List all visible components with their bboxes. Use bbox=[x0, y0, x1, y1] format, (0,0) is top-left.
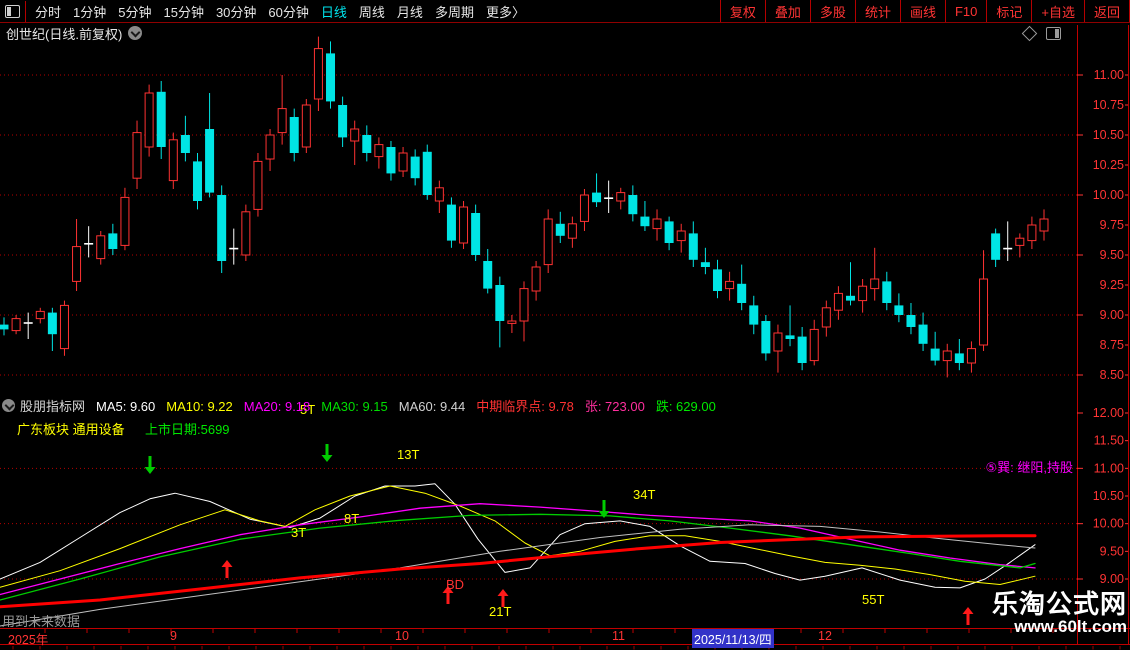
action-返回[interactable]: 返回 bbox=[1083, 0, 1130, 22]
chart-annotation-3T: 3T bbox=[291, 525, 306, 540]
y-axis-label: 9.50 bbox=[1100, 544, 1124, 558]
trading-terminal: 分时 1分钟 5分钟 15分钟 30分钟 60分钟 日线 周线 月线 多周期 更多〉 复权 叠加 多股统… bbox=[0, 0, 1130, 650]
signal-text: ⑤巽: 继阳,持股 bbox=[985, 460, 1074, 475]
indicator-value: 中期临界点: 9.78 bbox=[476, 399, 574, 414]
timeframe-60分钟[interactable]: 60分钟 bbox=[268, 5, 308, 20]
date-label: 9 bbox=[170, 629, 177, 643]
indicator-values: MA5: 9.60 MA10: 9.22 MA20: 9.18 MA30: 9.15 M… bbox=[96, 396, 727, 415]
chevron-down-icon[interactable] bbox=[128, 26, 143, 40]
symbol-title: 创世纪(日线.前复权) bbox=[6, 26, 123, 42]
watermark-url: www.60lt.com bbox=[1014, 617, 1127, 637]
timeframe-toolbar: 分时 1分钟 5分钟 15分钟 30分钟 60分钟 日线 周线 月线 多周期 更多〉 bbox=[0, 0, 537, 22]
indicator-source: 股朋指标网 bbox=[20, 399, 86, 414]
y-axis-label: 11.00 bbox=[1094, 68, 1124, 82]
y-axis-label: 10.75 bbox=[1093, 98, 1124, 112]
window-icon[interactable] bbox=[5, 4, 20, 18]
timeframe-1分钟[interactable]: 1分钟 bbox=[73, 5, 106, 20]
y-axis-label: 10.50 bbox=[1093, 489, 1124, 503]
indicator-value: 跌: 629.00 bbox=[655, 399, 716, 414]
timeframe-5分钟[interactable]: 5分钟 bbox=[118, 5, 151, 20]
indicator-value: 张: 723.00 bbox=[584, 399, 645, 414]
y-axis-label: 12.00 bbox=[1093, 406, 1124, 420]
y-axis-label: 10.25 bbox=[1093, 158, 1124, 172]
action-+自选[interactable]: +自选 bbox=[1031, 0, 1084, 22]
timeframe-多周期[interactable]: 多周期 bbox=[435, 5, 474, 20]
listing-date-label: 上市日期:5699 bbox=[145, 422, 230, 437]
y-axis-label: 9.75 bbox=[1100, 218, 1124, 232]
indicator-value: MA5: 9.60 bbox=[96, 399, 156, 414]
indicator-value: MA10: 9.22 bbox=[166, 399, 233, 414]
indicator-value: MA30: 9.15 bbox=[321, 399, 388, 414]
timeframe-月线[interactable]: 月线 bbox=[397, 5, 423, 20]
indicator-line-MA60 bbox=[0, 524, 1036, 627]
current-date-label: 2025/11/13/四 bbox=[692, 629, 774, 648]
timeframe-items: 分时 1分钟 5分钟 15分钟 30分钟 60分钟 日线 周线 月线 多周期 更多〉 bbox=[35, 2, 537, 21]
chart-annotation-55T: 55T bbox=[862, 592, 884, 607]
watermark: 乐淘公式网 www.60lt.com bbox=[991, 589, 1127, 637]
y-axis-label: 9.50 bbox=[1100, 248, 1124, 262]
panel-layout-icon[interactable] bbox=[1046, 27, 1061, 40]
chart-annotation-8T: 8T bbox=[344, 511, 359, 526]
y-axis-label: 9.00 bbox=[1100, 308, 1124, 322]
diamond-icon[interactable] bbox=[1021, 25, 1038, 42]
buy-arrow-icon bbox=[221, 560, 233, 578]
action-统计[interactable]: 统计 bbox=[854, 0, 900, 22]
future-data-note: 用到未来数据 bbox=[2, 614, 81, 629]
chart-annotation-34T: 34T bbox=[633, 487, 655, 502]
action-叠加[interactable]: 叠加 bbox=[764, 0, 810, 22]
timeframe-更多〉[interactable]: 更多〉 bbox=[486, 5, 525, 20]
toolbar-divider bbox=[25, 0, 26, 22]
y-axis-label: 8.50 bbox=[1100, 368, 1124, 382]
watermark-site-name: 乐淘公式网 bbox=[991, 589, 1127, 619]
y-axis-label: 10.50 bbox=[1093, 128, 1124, 142]
timeframe-15分钟[interactable]: 15分钟 bbox=[163, 5, 203, 20]
timeframe-日线[interactable]: 日线 bbox=[321, 5, 347, 20]
y-axis-label: 11.50 bbox=[1094, 434, 1124, 448]
chart-canvas[interactable]: 8.50 8.75 9.00 9.25 9.50 9.75 10.00 10.25 10.50 1… bbox=[0, 0, 1130, 650]
top-toolbar: 分时 1分钟 5分钟 15分钟 30分钟 60分钟 日线 周线 月线 多周期 更多〉 复权 叠加 多股统… bbox=[0, 0, 1130, 23]
action-复权[interactable]: 复权 bbox=[719, 0, 765, 22]
y-axis-label: 9.00 bbox=[1100, 572, 1124, 586]
action-标记[interactable]: 标记 bbox=[986, 0, 1031, 22]
date-label: 2025年 bbox=[8, 633, 49, 647]
action-F10[interactable]: F10 bbox=[944, 0, 986, 22]
chart-annotation-BD: BD bbox=[446, 577, 464, 592]
sector-label: 广东板块 通用设备 bbox=[17, 422, 125, 437]
y-axis-label: 10.00 bbox=[1093, 188, 1124, 202]
timeframe-周线[interactable]: 周线 bbox=[359, 5, 385, 20]
date-label: 11 bbox=[612, 629, 625, 643]
sell-arrow-icon bbox=[321, 444, 333, 462]
chart-annotation-21T: 21T bbox=[489, 604, 511, 619]
action-画线[interactable]: 画线 bbox=[899, 0, 945, 22]
buy-arrow-icon bbox=[962, 607, 974, 625]
chevron-down-icon[interactable] bbox=[2, 399, 15, 412]
corner-icons bbox=[1021, 25, 1061, 42]
date-label: 10 bbox=[395, 629, 409, 643]
date-axis[interactable]: 2025年 9 10 11 2025/11/13/四 12 bbox=[0, 629, 1130, 648]
indicator-value: MA20: 9.18 bbox=[243, 399, 311, 414]
date-label: 12 bbox=[818, 629, 832, 643]
indicator-header: 股朋指标网 MA5: 9.60 MA10: 9.22 MA20: 9.18 MA30:… bbox=[2, 396, 727, 415]
timeframe-30分钟[interactable]: 30分钟 bbox=[216, 5, 256, 20]
y-axis-label: 11.00 bbox=[1094, 461, 1124, 475]
y-axis-label: 10.00 bbox=[1093, 517, 1124, 531]
action-多股[interactable]: 多股 bbox=[809, 0, 855, 22]
y-axis-label: 9.25 bbox=[1100, 278, 1124, 292]
action-toolbar: 复权 叠加 多股 统计 画线 F10 标记 +自选 返回 bbox=[719, 0, 1130, 22]
sell-arrow-icon bbox=[144, 456, 156, 474]
y-axis-label: 8.75 bbox=[1100, 338, 1124, 352]
indicator-line-MA30 bbox=[0, 513, 1036, 601]
symbol-title-row: 创世纪(日线.前复权) bbox=[6, 24, 143, 42]
timeframe-分时[interactable]: 分时 bbox=[35, 5, 61, 20]
indicator-value: MA60: 9.44 bbox=[398, 399, 466, 414]
chart-annotation-13T: 13T bbox=[397, 447, 419, 462]
